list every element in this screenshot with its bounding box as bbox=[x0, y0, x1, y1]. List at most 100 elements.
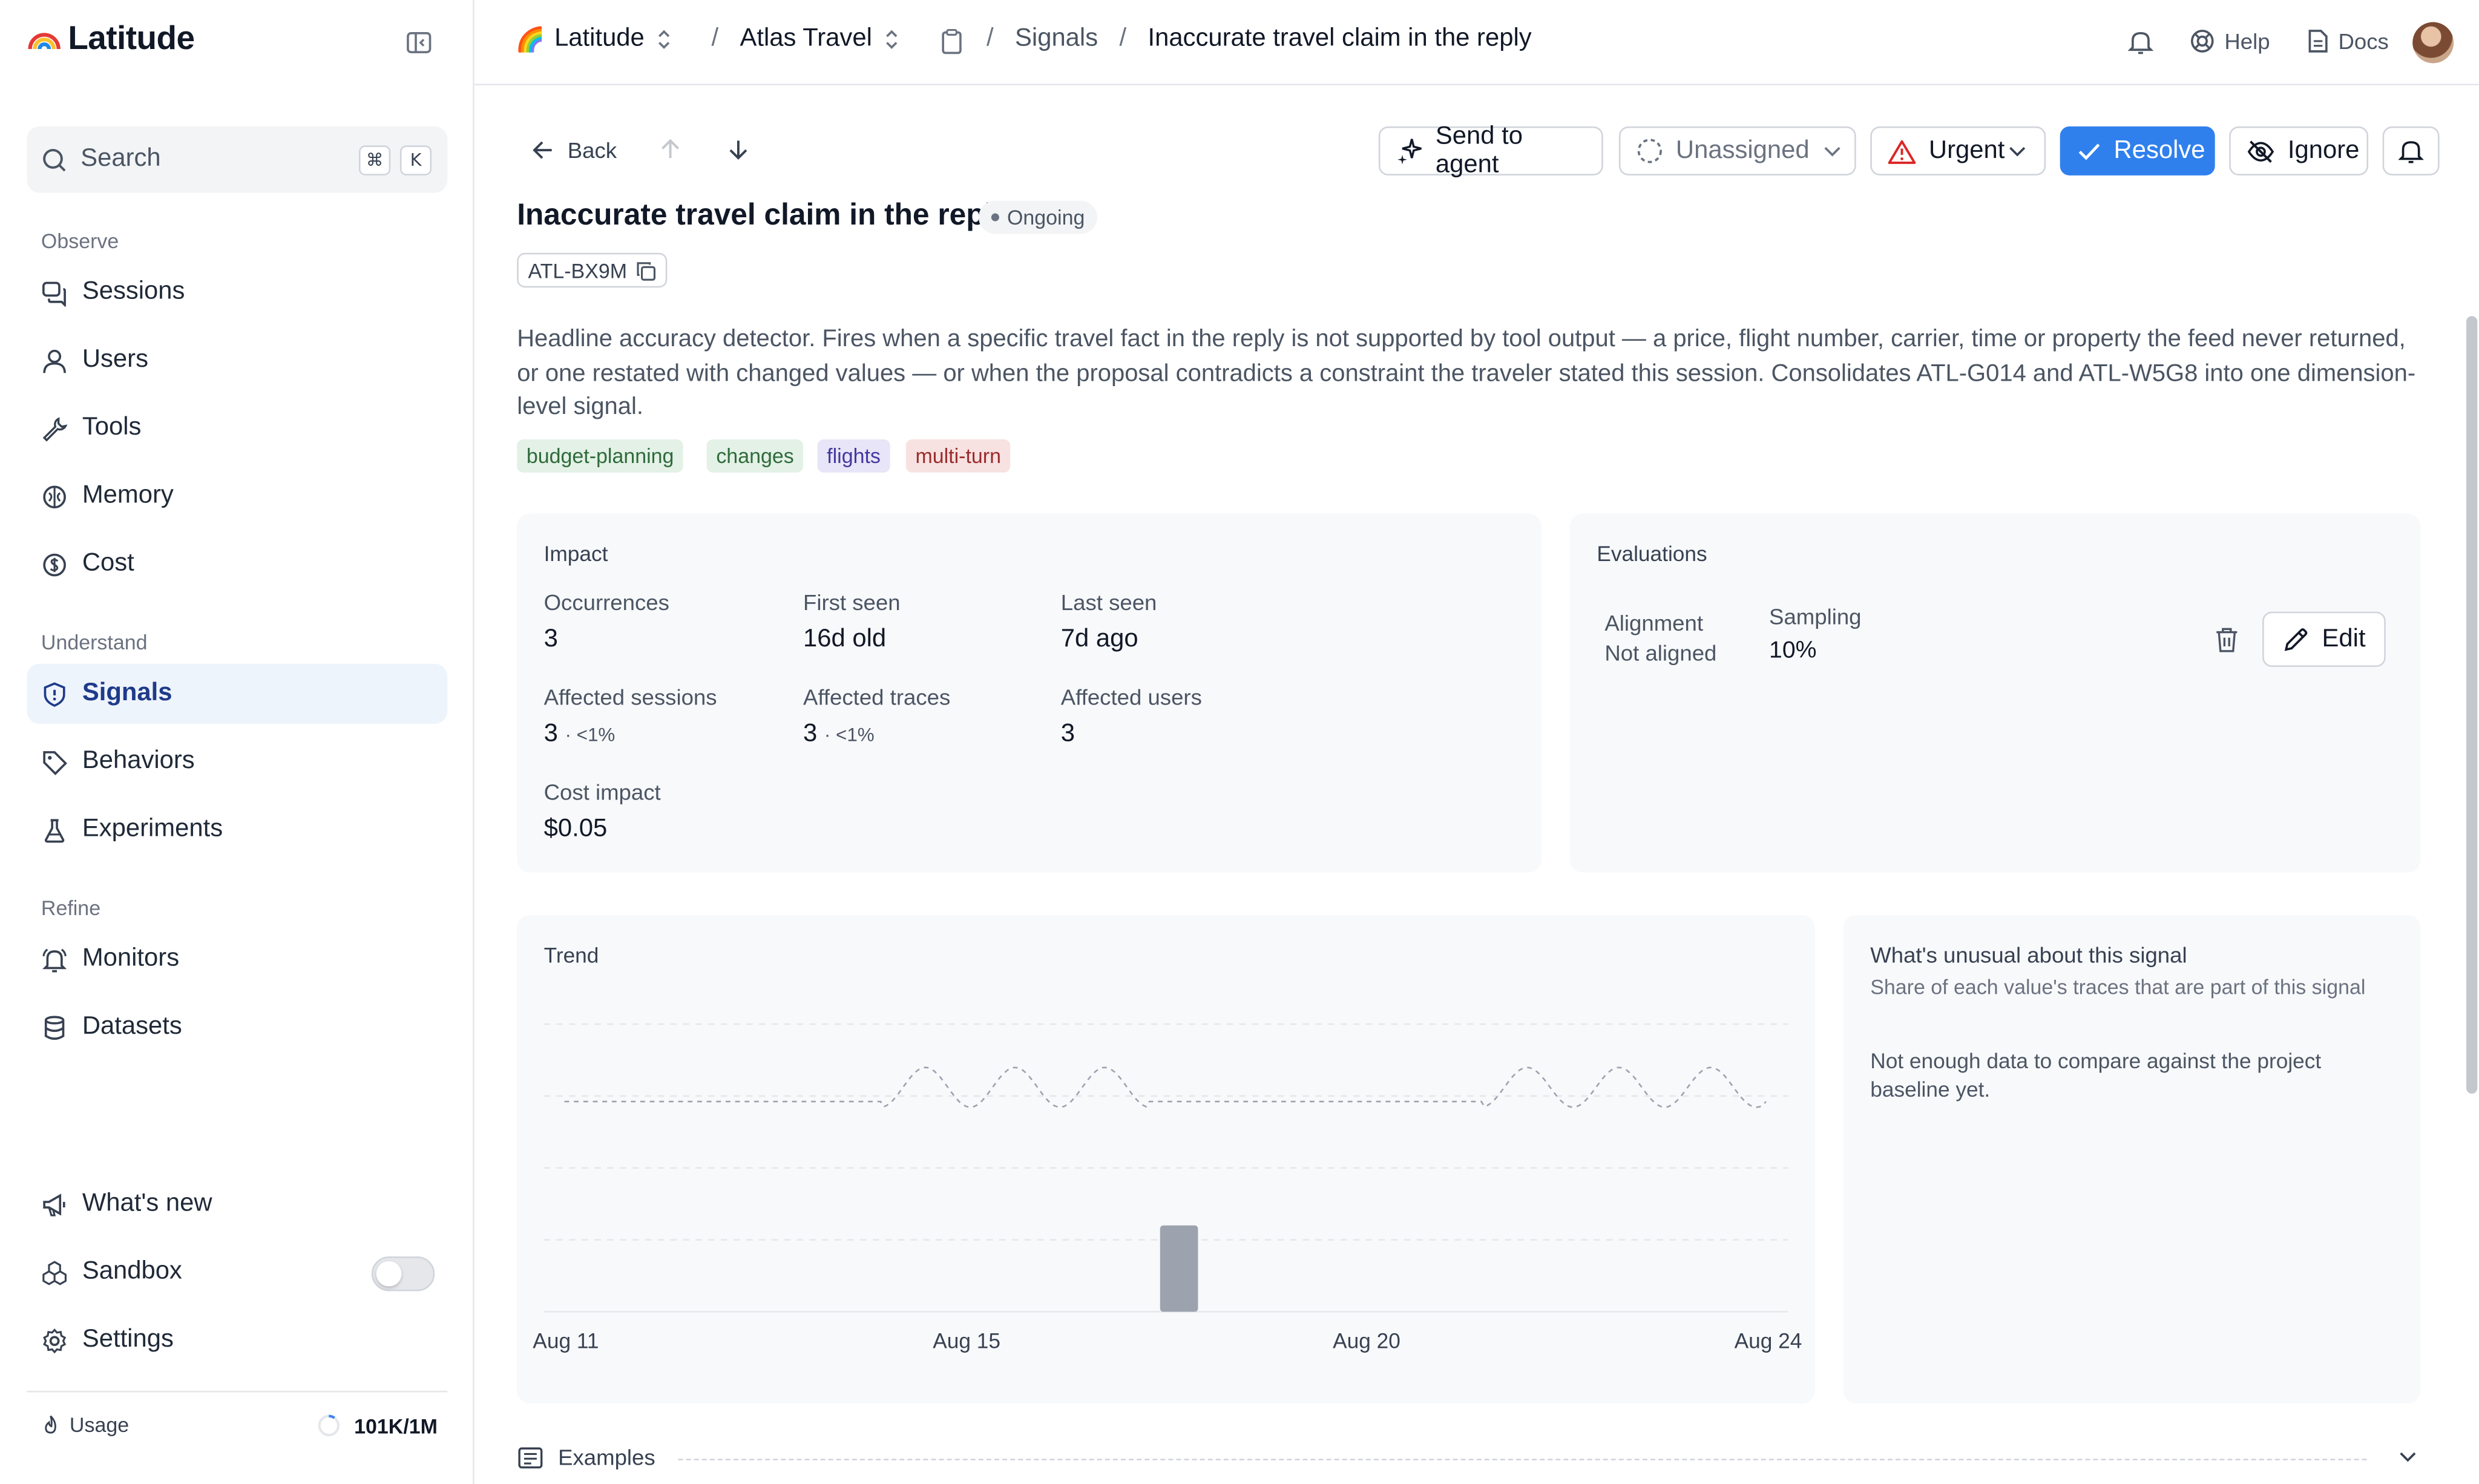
shield-alert-icon bbox=[41, 680, 68, 707]
signal-description: Headline accuracy detector. Fires when a… bbox=[517, 325, 2416, 421]
arrow-up-icon bbox=[659, 137, 681, 161]
occurrences-value: 3 bbox=[543, 626, 558, 653]
usage-label-row: Usage bbox=[41, 1413, 129, 1437]
tag-chip[interactable]: changes bbox=[706, 439, 804, 473]
ignore-button[interactable]: Ignore bbox=[2229, 126, 2369, 176]
sidebar-item-label: Monitors bbox=[82, 945, 180, 972]
affected-traces-count: 3 bbox=[803, 720, 818, 748]
clipboard-icon[interactable] bbox=[941, 28, 963, 55]
signal-id-chip[interactable]: ATL-BX9M bbox=[517, 252, 667, 288]
tag-chip[interactable]: budget-planning bbox=[517, 439, 684, 473]
copy-icon[interactable] bbox=[635, 260, 655, 281]
sidebar-item-whats-new[interactable]: What's new bbox=[27, 1174, 447, 1234]
chevron-up-down-icon bbox=[654, 28, 672, 51]
gear-icon bbox=[41, 1327, 68, 1353]
docs-link[interactable]: Docs bbox=[2307, 28, 2389, 54]
trend-bar[interactable] bbox=[1160, 1225, 1198, 1312]
chat-bubbles-icon bbox=[41, 279, 68, 306]
alignment-label: Alignment bbox=[1604, 609, 1704, 635]
send-to-agent-button[interactable]: Send to agent bbox=[1378, 122, 1603, 178]
sandbox-toggle[interactable] bbox=[371, 1256, 435, 1292]
sidebar-item-cost[interactable]: Cost bbox=[27, 534, 447, 594]
usage-progress-ring bbox=[316, 1413, 341, 1439]
divider bbox=[27, 1390, 448, 1393]
sidebar-item-tools[interactable]: Tools bbox=[27, 398, 447, 458]
first-seen-label: First seen bbox=[803, 589, 901, 615]
tag-icon bbox=[41, 748, 68, 775]
affected-sessions-label: Affected sessions bbox=[543, 684, 717, 710]
user-icon bbox=[41, 347, 68, 373]
usage-label: Usage bbox=[69, 1413, 130, 1437]
breadcrumb-separator: / bbox=[711, 25, 719, 53]
scrollbar[interactable] bbox=[2466, 316, 2478, 1094]
app-name: Latitude bbox=[68, 20, 195, 57]
chevron-down-icon bbox=[2008, 145, 2027, 157]
breadcrumb-section[interactable]: Signals bbox=[1015, 25, 1098, 54]
assignee-label: Unassigned bbox=[1675, 136, 1810, 164]
breadcrumb-project[interactable]: Atlas Travel bbox=[740, 25, 901, 54]
divider bbox=[678, 1459, 2367, 1460]
subscribe-button[interactable] bbox=[2382, 126, 2440, 176]
section-refine: Refine bbox=[41, 896, 101, 920]
dashed-circle-icon bbox=[1637, 137, 1663, 164]
wrench-icon bbox=[41, 415, 68, 441]
resolve-button[interactable]: Resolve bbox=[2060, 126, 2215, 176]
cost-impact-label: Cost impact bbox=[543, 779, 661, 805]
priority-dropdown[interactable]: Urgent bbox=[1870, 126, 2046, 176]
affected-sessions-count: 3 bbox=[543, 720, 558, 748]
chevron-up-down-icon bbox=[882, 28, 901, 51]
search-icon bbox=[41, 146, 68, 173]
sidebar-item-monitors[interactable]: Monitors bbox=[27, 929, 447, 989]
sidebar-item-memory[interactable]: Memory bbox=[27, 466, 447, 526]
breadcrumb-project-label: Atlas Travel bbox=[740, 25, 872, 53]
search-input[interactable]: Search ⌘ K bbox=[27, 126, 448, 193]
usage-value: 101K/1M bbox=[354, 1413, 438, 1437]
tag-chip[interactable]: flights bbox=[817, 439, 890, 473]
assignee-dropdown[interactable]: Unassigned bbox=[1618, 126, 1856, 176]
affected-users-value: 3 bbox=[1060, 720, 1075, 748]
user-avatar[interactable] bbox=[2412, 22, 2454, 64]
last-seen-label: Last seen bbox=[1060, 589, 1157, 615]
page-title: Inaccurate travel claim in the reply bbox=[517, 199, 1010, 232]
help-link[interactable]: Help bbox=[2190, 28, 2270, 54]
unusual-body: Not enough data to compare against the p… bbox=[1870, 1049, 2322, 1101]
sampling-value: 10% bbox=[1769, 637, 1817, 664]
affected-sessions-pct: · <1% bbox=[565, 723, 616, 746]
examples-section-header[interactable]: Examples bbox=[517, 1445, 655, 1470]
sidebar-item-behaviors[interactable]: Behaviors bbox=[27, 732, 447, 792]
chevron-down-icon[interactable] bbox=[2399, 1451, 2417, 1463]
app-logo[interactable]: Latitude bbox=[27, 20, 195, 59]
search-label: Search bbox=[80, 145, 161, 172]
sidebar-item-label: Sessions bbox=[82, 278, 185, 305]
pencil-icon bbox=[2282, 626, 2309, 652]
sidebar-item-signals[interactable]: Signals bbox=[27, 663, 448, 724]
usage-meter[interactable]: 101K/1M bbox=[316, 1413, 438, 1439]
sidebar-item-sessions[interactable]: Sessions bbox=[27, 262, 447, 322]
edit-evaluation-button[interactable]: Edit bbox=[2262, 611, 2386, 667]
sidebar-item-users[interactable]: Users bbox=[27, 330, 447, 390]
notifications-button[interactable] bbox=[2128, 28, 2153, 55]
resolve-label: Resolve bbox=[2113, 136, 2205, 164]
section-observe: Observe bbox=[41, 229, 119, 253]
sidebar-item-settings[interactable]: Settings bbox=[27, 1310, 447, 1370]
x-tick-label: Aug 24 bbox=[1734, 1329, 1802, 1353]
flask-icon bbox=[41, 816, 68, 843]
bell-ring-icon bbox=[41, 946, 68, 973]
breadcrumb-org[interactable]: 🌈 Latitude bbox=[516, 25, 673, 54]
next-signal-button[interactable] bbox=[727, 137, 750, 161]
sidebar-item-label: Experiments bbox=[82, 815, 223, 842]
back-button[interactable]: Back bbox=[531, 137, 617, 163]
status-badge: Ongoing bbox=[978, 200, 1098, 234]
sidebar-item-label: Users bbox=[82, 346, 148, 373]
tag-chip[interactable]: multi-turn bbox=[905, 439, 1011, 473]
sidebar-item-datasets[interactable]: Datasets bbox=[27, 997, 447, 1057]
unusual-subtitle: Share of each value's traces that are pa… bbox=[1870, 975, 2366, 999]
bell-icon bbox=[2398, 137, 2424, 164]
trash-icon[interactable] bbox=[2213, 626, 2240, 654]
sidebar-item-experiments[interactable]: Experiments bbox=[27, 799, 447, 859]
signal-id: ATL-BX9M bbox=[528, 258, 628, 283]
collapse-sidebar-icon[interactable] bbox=[405, 28, 433, 57]
database-icon bbox=[41, 1014, 68, 1040]
previous-signal-button[interactable] bbox=[659, 137, 681, 161]
alignment-value: Not aligned bbox=[1604, 640, 1717, 666]
